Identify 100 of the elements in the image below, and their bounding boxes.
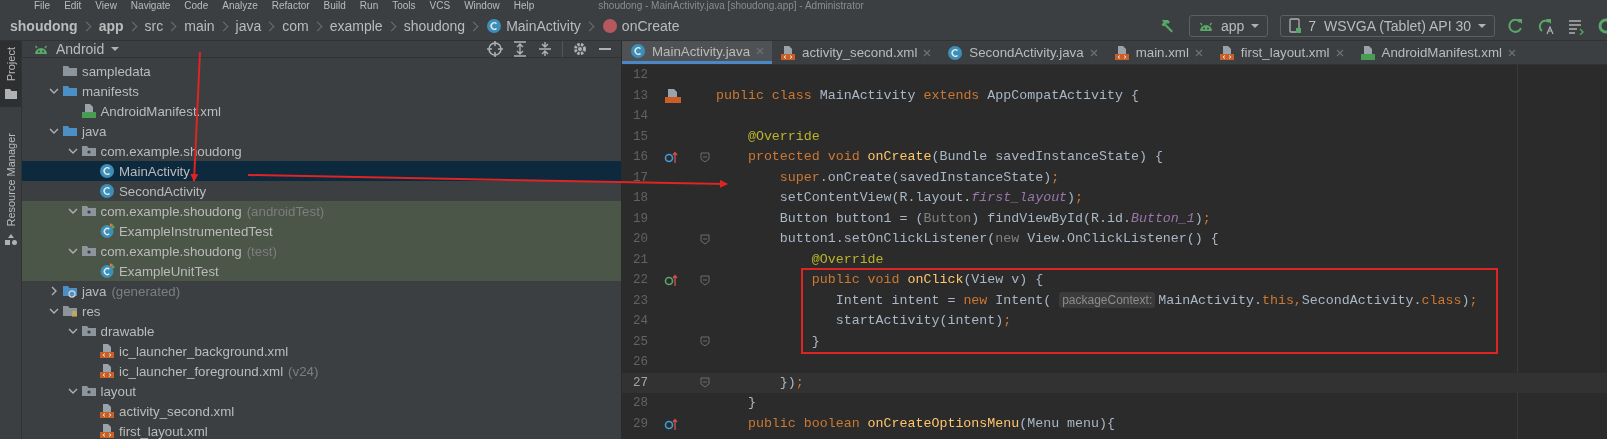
code-line: setContentView(R.layout.first_layout);	[778, 189, 1084, 207]
expand-all-icon[interactable]	[512, 41, 528, 57]
tree-item[interactable]: activity_second.xml	[22, 401, 621, 421]
tree-item[interactable]: com.example.shoudong (androidTest)	[22, 201, 621, 221]
menu-item[interactable]: View	[95, 0, 117, 12]
xml-file-icon	[1218, 44, 1235, 61]
resource-folder-icon	[62, 303, 78, 319]
code-line: Intent intent = new Intent( packageContext: MainActivity.this,SecondActivity.class);	[834, 291, 1478, 310]
tree-item[interactable]: manifests	[22, 81, 621, 101]
code-line: Button button1 = (Button) findViewById(R.id.Button_1);	[778, 209, 1211, 228]
menu-item[interactable]: Help	[513, 0, 535, 12]
breadcrumb-item[interactable]: onCreate	[621, 18, 680, 34]
apply-changes-icon[interactable]	[1507, 17, 1525, 35]
line-number: 15	[632, 128, 649, 146]
code-line: public void onClick(View v) {	[810, 271, 1044, 289]
breadcrumb-item[interactable]: MainActivity	[506, 18, 581, 34]
close-icon[interactable]	[1508, 48, 1516, 57]
tree-item-note: (androidTest)	[246, 203, 325, 219]
breadcrumb-item[interactable]: java	[235, 18, 262, 34]
package-folder-icon	[80, 383, 97, 399]
editor-tab[interactable]: AndroidManifest.xml	[1351, 41, 1524, 64]
line-number: 13	[632, 87, 649, 105]
menu-item[interactable]: Analyze	[222, 0, 258, 12]
code-line: @Override	[810, 250, 884, 269]
xml-file-icon	[99, 423, 115, 439]
apply-code-changes-icon[interactable]	[1537, 17, 1555, 35]
menu-item[interactable]: Refactor	[271, 0, 310, 12]
tree-item[interactable]: MainActivity	[22, 161, 621, 181]
package-folder-icon	[80, 323, 97, 339]
tree-item[interactable]: drawable	[22, 321, 621, 341]
code-line: public class MainActivity extends AppCompatActivity {	[716, 86, 1139, 105]
tree-item[interactable]: ExampleUnitTest	[22, 261, 621, 281]
breadcrumb-item[interactable]: main	[184, 18, 215, 34]
overrides-icon[interactable]	[664, 150, 678, 165]
tree-item[interactable]: ExampleInstrumentedTest	[22, 221, 621, 241]
manifest-file-icon	[80, 103, 97, 119]
tool-window-tab[interactable]: Resource Manager	[0, 127, 21, 253]
device-dropdown[interactable]: 7 WSVGA (Tablet) API 30	[1280, 15, 1495, 37]
close-icon[interactable]	[1335, 48, 1344, 57]
code-line: }	[810, 332, 820, 351]
crosshair-icon[interactable]	[487, 41, 503, 57]
class-icon	[486, 18, 503, 34]
xml-file-icon	[99, 403, 115, 419]
editor-tab[interactable]: SecondActivity.java	[939, 41, 1106, 64]
tree-item[interactable]: ic_launcher_background.xml	[22, 341, 621, 361]
menu-item[interactable]: Run	[359, 0, 379, 12]
tree-item[interactable]: layout	[22, 381, 621, 401]
tree-item[interactable]: com.example.shoudong (test)	[22, 241, 621, 261]
breadcrumb-item[interactable]: example	[329, 18, 383, 34]
editor-tab[interactable]: activity_second.xml	[772, 41, 940, 64]
editor-tab[interactable]: MainActivity.java	[622, 41, 773, 64]
collapse-all-icon[interactable]	[537, 41, 553, 57]
editor-tab[interactable]: main.xml	[1105, 41, 1211, 64]
tree-item[interactable]: ic_launcher_foreground.xml (v24)	[22, 361, 621, 381]
view-selector[interactable]: Android	[32, 41, 121, 57]
implements-icon[interactable]	[664, 273, 678, 288]
menu-item[interactable]: Tools	[392, 0, 416, 12]
line-number: 28	[632, 395, 649, 412]
settings-icon[interactable]	[572, 41, 588, 57]
fold-marker-icon[interactable]	[700, 233, 710, 245]
run-config-dropdown[interactable]: app	[1189, 15, 1269, 37]
breadcrumb-item[interactable]: shoudong	[10, 18, 78, 34]
breadcrumb-item[interactable]: src	[144, 18, 164, 34]
breadcrumb-item[interactable]: shoudong	[403, 18, 466, 34]
tool-window-tab[interactable]: Project	[0, 41, 21, 108]
line-number: 20	[632, 231, 649, 248]
menu-item[interactable]: VCS	[429, 0, 451, 12]
code-line: });	[778, 373, 804, 392]
menu-item[interactable]: Build	[323, 0, 346, 12]
fold-marker-icon[interactable]	[700, 274, 710, 286]
menu-item[interactable]: Edit	[64, 0, 82, 12]
breadcrumb-item[interactable]: com	[282, 18, 309, 34]
line-number: 24	[632, 313, 649, 330]
tree-item-note: (v24)	[288, 363, 319, 379]
menu-item[interactable]: File	[34, 0, 51, 12]
fold-marker-icon[interactable]	[700, 151, 710, 163]
menu-item[interactable]: Window	[464, 0, 500, 12]
fold-marker-icon[interactable]	[700, 377, 710, 389]
tree-item[interactable]: sampledata	[22, 61, 621, 81]
xml-file-icon	[1113, 44, 1130, 61]
caret-icon	[1250, 22, 1261, 30]
tree-item[interactable]: java (generated)	[22, 281, 621, 301]
fold-marker-icon[interactable]	[700, 336, 710, 348]
menu-item[interactable]: Navigate	[130, 0, 171, 12]
class-icon	[99, 183, 115, 199]
menu-item[interactable]: Code	[184, 0, 209, 12]
tree-item[interactable]: first_layout.xml	[22, 421, 621, 439]
close-icon[interactable]	[1089, 48, 1098, 57]
tree-item[interactable]: res	[22, 301, 621, 321]
code-line: startActivity(intent);	[834, 312, 1012, 330]
tree-item[interactable]: java	[22, 121, 621, 141]
line-number: 22	[632, 272, 649, 289]
overrides-icon[interactable]	[664, 416, 678, 431]
close-icon[interactable]	[1194, 48, 1203, 57]
layout-file-icon[interactable]	[664, 87, 682, 104]
tree-item[interactable]: SecondActivity	[22, 181, 621, 201]
breadcrumb-item[interactable]: app	[98, 18, 124, 34]
close-icon[interactable]	[923, 48, 932, 57]
list-icon[interactable]	[1567, 17, 1585, 35]
editor-tab[interactable]: first_layout.xml	[1210, 41, 1352, 64]
